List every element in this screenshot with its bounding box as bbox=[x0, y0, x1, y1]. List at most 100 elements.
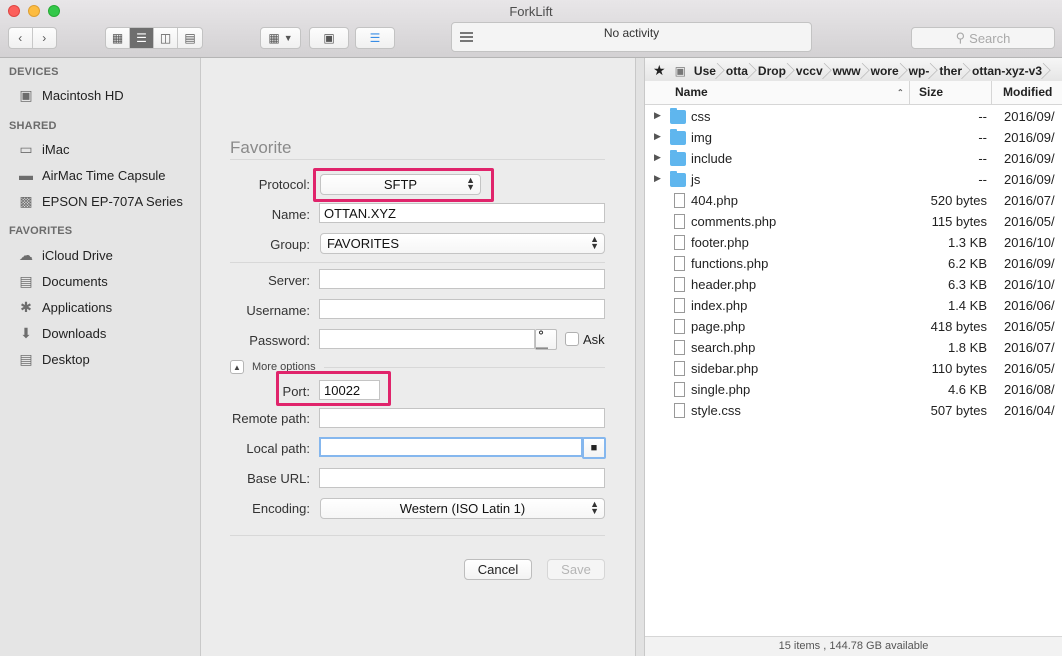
file-modified: 2016/09/ bbox=[1004, 109, 1055, 124]
arrange-menu-button[interactable]: ▦ ▼ bbox=[260, 27, 301, 49]
table-row[interactable]: ▶ js -- 2016/09/ bbox=[645, 170, 1062, 191]
table-row[interactable]: 404.php 520 bytes 2016/07/ bbox=[645, 191, 1062, 212]
file-size: 1.8 KB bbox=[947, 340, 987, 355]
encoding-label: Encoding: bbox=[252, 501, 310, 516]
save-button[interactable]: Save bbox=[547, 559, 605, 580]
back-arrow-icon[interactable]: ‹ bbox=[9, 28, 33, 48]
file-name: comments.php bbox=[691, 214, 777, 229]
file-icon bbox=[674, 235, 685, 250]
grid-icon: ▦ bbox=[268, 31, 280, 45]
table-row[interactable]: sidebar.php 110 bytes 2016/05/ bbox=[645, 359, 1062, 380]
breadcrumb-item[interactable]: www bbox=[829, 58, 867, 83]
breadcrumb-item[interactable]: otta bbox=[722, 58, 754, 83]
disclosure-triangle-icon[interactable]: ▶ bbox=[654, 152, 661, 163]
file-size: 520 bytes bbox=[930, 193, 987, 208]
icon-view-icon[interactable]: ▦ bbox=[106, 28, 131, 48]
sidebar-item-label: AirMac Time Capsule bbox=[42, 167, 166, 183]
cancel-button[interactable]: Cancel bbox=[464, 559, 532, 580]
file-size: 1.4 KB bbox=[947, 298, 987, 313]
sidebar-item-applications[interactable]: ✱ Applications bbox=[18, 297, 112, 317]
username-field[interactable] bbox=[319, 299, 605, 319]
sidebar-item-downloads[interactable]: ⬇ Downloads bbox=[18, 323, 106, 343]
search-field[interactable]: ⚲ Search bbox=[911, 27, 1055, 49]
keychain-button[interactable]: ⚬— bbox=[535, 326, 557, 354]
more-options-divider bbox=[324, 367, 605, 368]
table-row[interactable]: header.php 6.3 KB 2016/10/ bbox=[645, 275, 1062, 296]
breadcrumb-item[interactable]: Use bbox=[690, 58, 722, 83]
table-row[interactable]: ▶ css -- 2016/09/ bbox=[645, 107, 1062, 128]
star-icon[interactable]: ★ bbox=[645, 62, 671, 79]
column-modified[interactable]: Modified bbox=[1003, 85, 1052, 99]
coverflow-view-icon[interactable]: ▤ bbox=[178, 28, 202, 48]
breadcrumb-item[interactable]: wp- bbox=[905, 58, 936, 83]
file-name: 404.php bbox=[691, 193, 738, 208]
breadcrumb-item[interactable]: Drop bbox=[754, 58, 792, 83]
search-icon: ⚲ bbox=[955, 30, 966, 45]
remote-path-label: Remote path: bbox=[231, 411, 310, 426]
file-modified: 2016/07/ bbox=[1004, 340, 1055, 355]
list-view-icon[interactable]: ☰ bbox=[130, 28, 155, 48]
pane-splitter[interactable] bbox=[635, 58, 645, 656]
connect-button[interactable]: ▣ bbox=[309, 27, 349, 49]
column-name[interactable]: Name bbox=[675, 85, 708, 99]
sidebar-item-label: Downloads bbox=[42, 325, 107, 341]
breadcrumb-item[interactable]: ther bbox=[935, 58, 968, 83]
breadcrumb-item[interactable]: ottan-xyz-v3 bbox=[968, 58, 1048, 83]
encoding-select[interactable]: Western (ISO Latin 1) ▲ ▼ bbox=[320, 498, 605, 519]
browse-local-path-button[interactable]: ■ bbox=[582, 437, 606, 459]
file-size: 4.6 KB bbox=[947, 382, 987, 397]
table-row[interactable]: comments.php 115 bytes 2016/05/ bbox=[645, 212, 1062, 233]
remote-path-field[interactable] bbox=[319, 408, 605, 428]
table-row[interactable]: ▶ include -- 2016/09/ bbox=[645, 149, 1062, 170]
activity-display[interactable]: No activity bbox=[451, 22, 812, 52]
file-modified: 2016/07/ bbox=[1004, 193, 1055, 208]
updown-arrows-icon: ▲ ▼ bbox=[590, 499, 599, 516]
protocol-label: Protocol: bbox=[258, 177, 310, 192]
breadcrumb-item[interactable]: wore bbox=[867, 58, 905, 83]
more-options-toggle[interactable]: ▲ bbox=[230, 360, 244, 374]
sidebar-item-airmac-time-capsule[interactable]: ▬ AirMac Time Capsule bbox=[18, 165, 166, 185]
sidebar-item-icloud-drive[interactable]: ☁ iCloud Drive bbox=[18, 245, 113, 265]
password-field[interactable] bbox=[319, 329, 535, 349]
sidebar-item-epson-printer[interactable]: ▩ EPSON EP-707A Series bbox=[18, 191, 183, 211]
column-separator bbox=[991, 81, 992, 105]
sidebar-item-macintosh-hd[interactable]: ▣ Macintosh HD bbox=[18, 85, 123, 105]
file-name: js bbox=[691, 172, 701, 187]
disclosure-triangle-icon[interactable]: ▶ bbox=[654, 173, 661, 184]
ask-checkbox[interactable] bbox=[565, 332, 579, 346]
table-row[interactable]: footer.php 1.3 KB 2016/10/ bbox=[645, 233, 1062, 254]
disclosure-triangle-icon[interactable]: ▶ bbox=[654, 131, 661, 142]
table-row[interactable]: index.php 1.4 KB 2016/06/ bbox=[645, 296, 1062, 317]
table-row[interactable]: page.php 418 bytes 2016/05/ bbox=[645, 317, 1062, 338]
file-name: style.css bbox=[691, 403, 741, 418]
folder-icon bbox=[670, 108, 686, 124]
favorites-button[interactable]: ☰ bbox=[355, 27, 395, 49]
folder-icon bbox=[670, 171, 686, 187]
column-view-icon[interactable]: ◫ bbox=[154, 28, 179, 48]
table-row[interactable]: functions.php 6.2 KB 2016/09/ bbox=[645, 254, 1062, 275]
forward-arrow-icon[interactable]: › bbox=[33, 28, 56, 48]
file-icon bbox=[674, 214, 685, 229]
breadcrumb-item[interactable]: vccv bbox=[792, 58, 829, 83]
sidebar-item-desktop[interactable]: ▤ Desktop bbox=[18, 349, 89, 369]
base-url-field[interactable] bbox=[319, 468, 605, 488]
group-select[interactable]: FAVORITES ▲ ▼ bbox=[320, 233, 605, 254]
table-row[interactable]: ▶ img -- 2016/09/ bbox=[645, 128, 1062, 149]
disclosure-triangle-icon[interactable]: ▶ bbox=[654, 110, 661, 121]
harddisk-icon[interactable]: ▣ bbox=[671, 64, 690, 78]
local-path-field[interactable] bbox=[319, 437, 583, 457]
sidebar-item-documents[interactable]: ▤ Documents bbox=[18, 271, 107, 291]
table-row[interactable]: style.css 507 bytes 2016/04/ bbox=[645, 401, 1062, 422]
file-size: 110 bytes bbox=[931, 361, 987, 376]
column-separator bbox=[909, 81, 910, 105]
chevron-up-icon: ▲ bbox=[233, 362, 241, 372]
column-size[interactable]: Size bbox=[919, 85, 943, 99]
table-row[interactable]: search.php 1.8 KB 2016/07/ bbox=[645, 338, 1062, 359]
file-size: 115 bytes bbox=[931, 214, 987, 229]
server-field[interactable] bbox=[319, 269, 605, 289]
name-field[interactable]: OTTAN.XYZ bbox=[319, 203, 605, 223]
table-row[interactable]: single.php 4.6 KB 2016/08/ bbox=[645, 380, 1062, 401]
sidebar-item-imac[interactable]: ▭ iMac bbox=[18, 139, 69, 159]
updown-arrows-icon: ▲ ▼ bbox=[590, 234, 599, 251]
folder-icon bbox=[670, 129, 686, 145]
